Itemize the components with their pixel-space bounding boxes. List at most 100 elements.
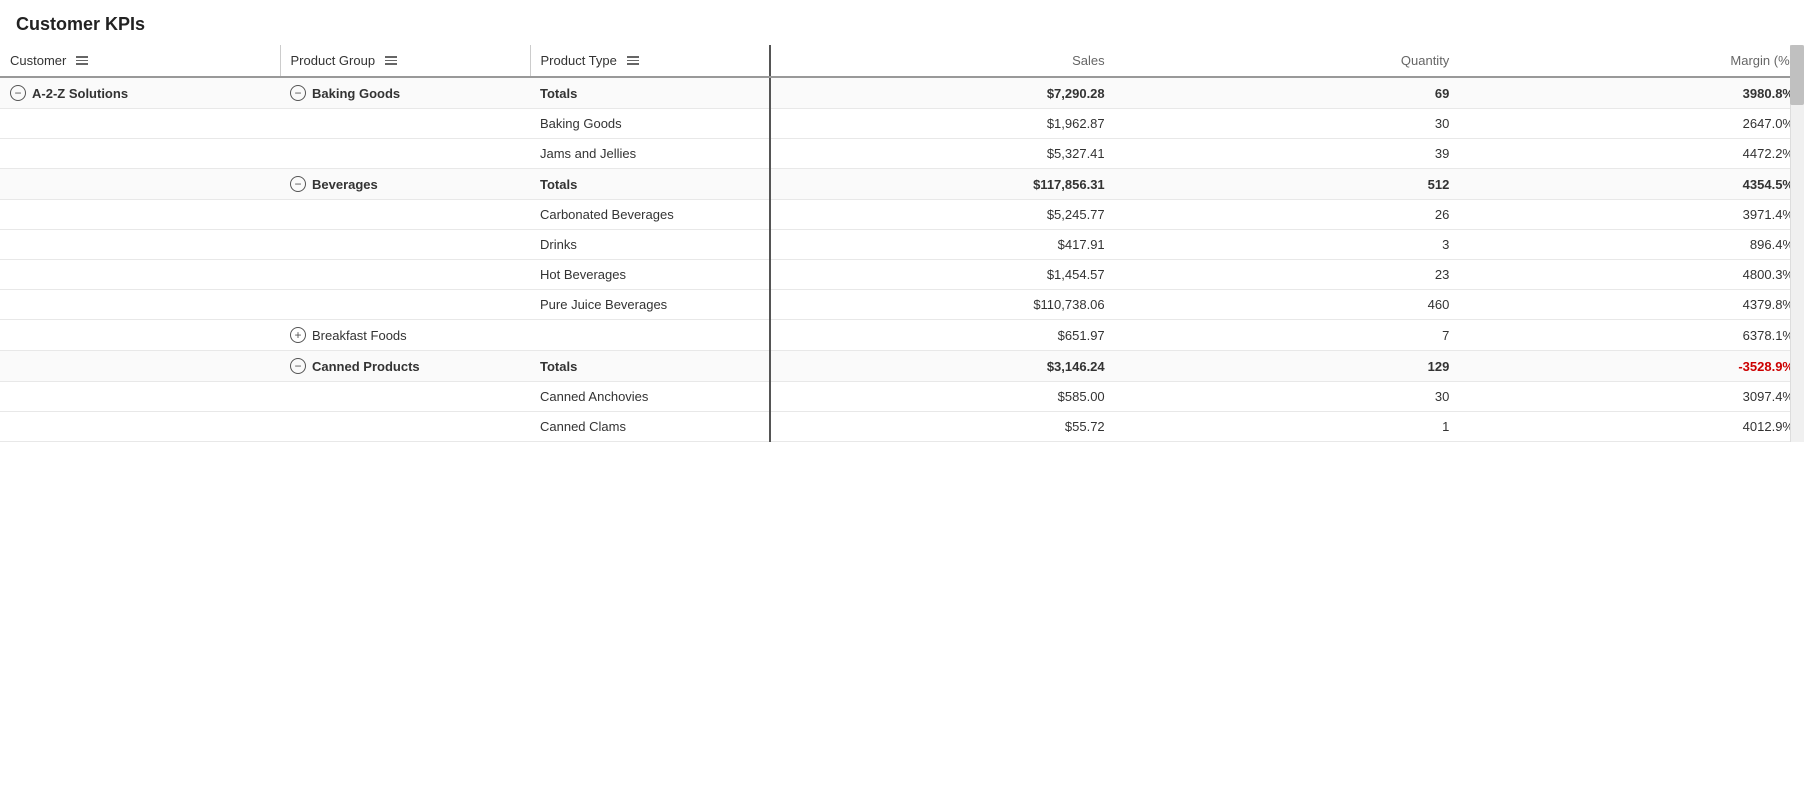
group-expand-icon[interactable]: − bbox=[290, 358, 306, 374]
scrollbar-track[interactable] bbox=[1790, 45, 1804, 442]
scrollbar-thumb[interactable] bbox=[1790, 45, 1804, 105]
table-row: Drinks$417.913896.4% bbox=[0, 230, 1804, 260]
header-customer: Customer bbox=[0, 45, 280, 77]
td-product-group: −Canned Products bbox=[280, 351, 530, 382]
td-margin: 896.4% bbox=[1459, 230, 1804, 260]
table-row: −Canned ProductsTotals$3,146.24129-3528.… bbox=[0, 351, 1804, 382]
td-customer bbox=[0, 139, 280, 169]
td-customer bbox=[0, 412, 280, 442]
table-row: Jams and Jellies$5,327.41394472.2% bbox=[0, 139, 1804, 169]
td-sales: $110,738.06 bbox=[770, 290, 1115, 320]
customer-menu-icon[interactable] bbox=[76, 56, 88, 65]
td-customer bbox=[0, 320, 280, 351]
td-sales: $417.91 bbox=[770, 230, 1115, 260]
td-product-type: Jams and Jellies bbox=[530, 139, 770, 169]
td-product-type: Canned Clams bbox=[530, 412, 770, 442]
header-quantity: Quantity bbox=[1115, 45, 1460, 77]
product-group-name: Canned Products bbox=[312, 359, 420, 374]
td-sales: $55.72 bbox=[770, 412, 1115, 442]
table-row: Pure Juice Beverages$110,738.064604379.8… bbox=[0, 290, 1804, 320]
td-quantity: 23 bbox=[1115, 260, 1460, 290]
page-title: Customer KPIs bbox=[0, 0, 1804, 45]
td-margin: 4379.8% bbox=[1459, 290, 1804, 320]
td-margin: 4354.5% bbox=[1459, 169, 1804, 200]
group-expand-icon[interactable]: − bbox=[290, 176, 306, 192]
table-row: Carbonated Beverages$5,245.77263971.4% bbox=[0, 200, 1804, 230]
table-row: −BeveragesTotals$117,856.315124354.5% bbox=[0, 169, 1804, 200]
td-quantity: 1 bbox=[1115, 412, 1460, 442]
td-sales: $5,327.41 bbox=[770, 139, 1115, 169]
td-sales: $651.97 bbox=[770, 320, 1115, 351]
td-product-group: −Beverages bbox=[280, 169, 530, 200]
table-header-row: Customer Product Group bbox=[0, 45, 1804, 77]
td-product-group bbox=[280, 139, 530, 169]
td-product-group bbox=[280, 382, 530, 412]
td-sales: $7,290.28 bbox=[770, 77, 1115, 109]
td-product-group bbox=[280, 200, 530, 230]
td-quantity: 30 bbox=[1115, 109, 1460, 139]
kpi-table: Customer Product Group bbox=[0, 45, 1804, 442]
td-product-type: Baking Goods bbox=[530, 109, 770, 139]
td-quantity: 30 bbox=[1115, 382, 1460, 412]
td-quantity: 7 bbox=[1115, 320, 1460, 351]
group-expand-icon[interactable]: − bbox=[290, 85, 306, 101]
td-product-group bbox=[280, 109, 530, 139]
table-row: Canned Anchovies$585.00303097.4% bbox=[0, 382, 1804, 412]
td-margin: -3528.9% bbox=[1459, 351, 1804, 382]
product-group-menu-icon[interactable] bbox=[385, 56, 397, 65]
td-product-group: −Baking Goods bbox=[280, 77, 530, 109]
td-customer bbox=[0, 260, 280, 290]
td-product-group: + Breakfast Foods bbox=[280, 320, 530, 351]
td-quantity: 3 bbox=[1115, 230, 1460, 260]
td-quantity: 69 bbox=[1115, 77, 1460, 109]
td-product-type: Totals bbox=[530, 77, 770, 109]
customer-name: A-2-Z Solutions bbox=[32, 86, 128, 101]
td-quantity: 39 bbox=[1115, 139, 1460, 169]
td-sales: $585.00 bbox=[770, 382, 1115, 412]
td-quantity: 460 bbox=[1115, 290, 1460, 320]
product-group-name: Beverages bbox=[312, 177, 378, 192]
td-product-group bbox=[280, 290, 530, 320]
td-customer: −A-2-Z Solutions bbox=[0, 77, 280, 109]
td-sales: $1,962.87 bbox=[770, 109, 1115, 139]
td-customer bbox=[0, 200, 280, 230]
td-quantity: 512 bbox=[1115, 169, 1460, 200]
header-product-group: Product Group bbox=[280, 45, 530, 77]
product-type-menu-icon[interactable] bbox=[627, 56, 639, 65]
td-customer bbox=[0, 230, 280, 260]
td-customer bbox=[0, 109, 280, 139]
td-margin: 3980.8% bbox=[1459, 77, 1804, 109]
table-container: Customer Product Group bbox=[0, 45, 1804, 442]
customer-expand-icon[interactable]: − bbox=[10, 85, 26, 101]
td-product-type bbox=[530, 320, 770, 351]
td-margin: 2647.0% bbox=[1459, 109, 1804, 139]
product-group-name: Baking Goods bbox=[312, 86, 400, 101]
td-product-type: Drinks bbox=[530, 230, 770, 260]
td-product-type: Pure Juice Beverages bbox=[530, 290, 770, 320]
td-product-type: Totals bbox=[530, 169, 770, 200]
td-product-group bbox=[280, 412, 530, 442]
td-customer bbox=[0, 169, 280, 200]
td-margin: 3971.4% bbox=[1459, 200, 1804, 230]
header-margin: Margin (%) bbox=[1459, 45, 1804, 77]
table-row: −A-2-Z Solutions−Baking GoodsTotals$7,29… bbox=[0, 77, 1804, 109]
td-product-type: Hot Beverages bbox=[530, 260, 770, 290]
td-sales: $1,454.57 bbox=[770, 260, 1115, 290]
td-customer bbox=[0, 382, 280, 412]
td-product-group bbox=[280, 230, 530, 260]
td-quantity: 26 bbox=[1115, 200, 1460, 230]
group-expand-icon[interactable]: + bbox=[290, 327, 306, 343]
td-product-type: Totals bbox=[530, 351, 770, 382]
td-margin: 4012.9% bbox=[1459, 412, 1804, 442]
header-product-type: Product Type bbox=[530, 45, 770, 77]
td-margin: 6378.1% bbox=[1459, 320, 1804, 351]
td-sales: $5,245.77 bbox=[770, 200, 1115, 230]
td-customer bbox=[0, 351, 280, 382]
table-row: Canned Clams$55.7214012.9% bbox=[0, 412, 1804, 442]
header-sales: Sales bbox=[770, 45, 1115, 77]
td-customer bbox=[0, 290, 280, 320]
td-margin: 4800.3% bbox=[1459, 260, 1804, 290]
td-product-type: Carbonated Beverages bbox=[530, 200, 770, 230]
product-group-name: Breakfast Foods bbox=[312, 328, 407, 343]
td-sales: $117,856.31 bbox=[770, 169, 1115, 200]
